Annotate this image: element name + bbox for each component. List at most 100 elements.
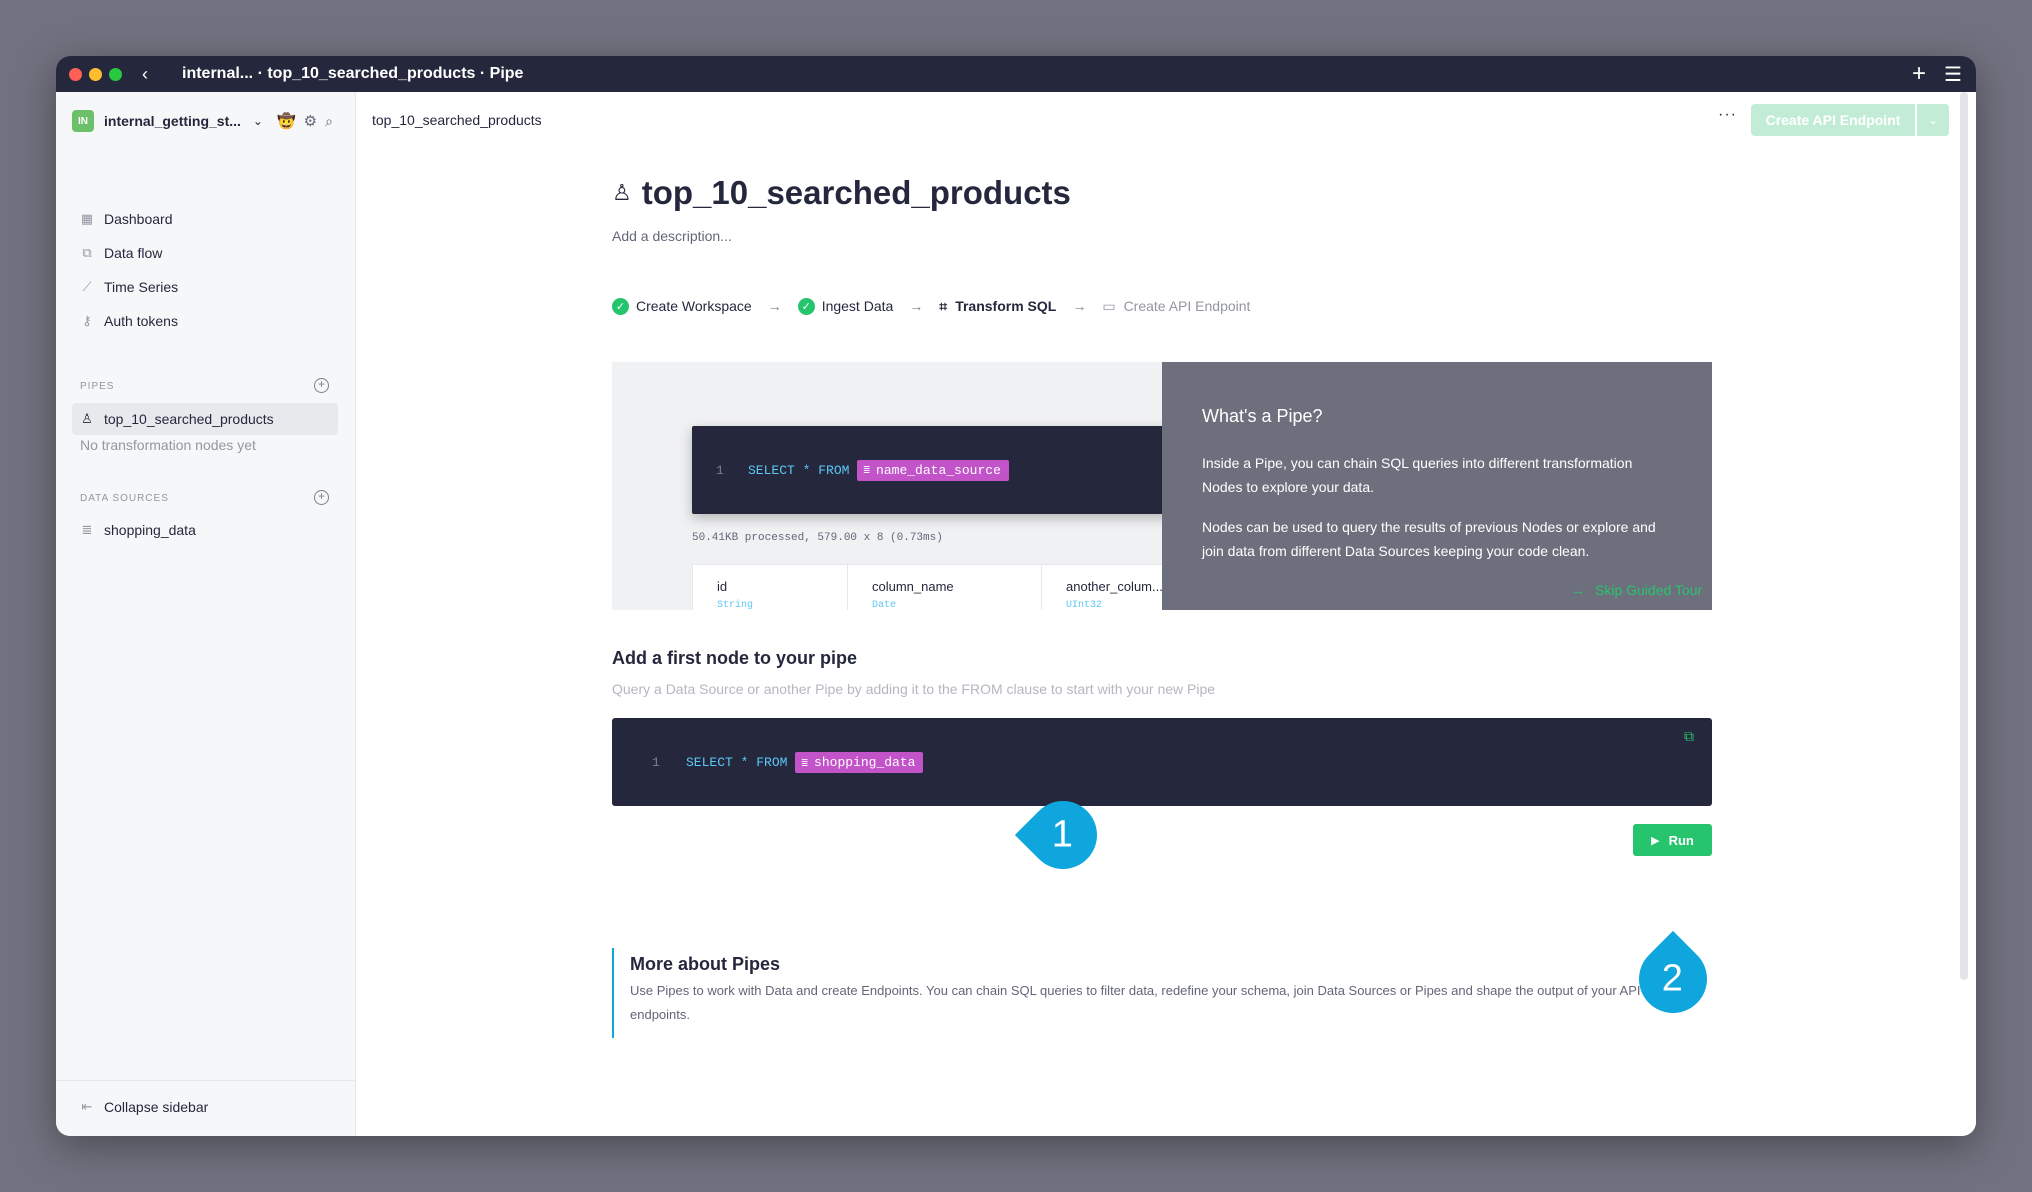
pipes-section-label: PIPES: [80, 381, 115, 392]
column-type: UInt32: [1066, 600, 1103, 610]
table-column: id String: [693, 565, 848, 610]
sample-result-table: id String column_name Date another_colum…: [692, 564, 1162, 610]
more-title: More about Pipes: [630, 954, 781, 974]
collapse-sidebar-label: Collapse sidebar: [104, 1099, 209, 1115]
sidebar-footer: ⇤ Collapse sidebar: [56, 1080, 355, 1136]
guided-tour-steps: ✓ Create Workspace → ✓ Ingest Data → ⌗ T…: [612, 296, 1250, 316]
arrow-right-icon: →: [1072, 298, 1087, 314]
chevron-down-icon[interactable]: ⌄: [1917, 104, 1949, 136]
window-title: internal... · top_10_searched_products ·…: [182, 65, 524, 82]
line-number: 1: [652, 755, 660, 770]
sidebar-item-label: Dashboard: [104, 211, 173, 227]
database-icon: ≣: [801, 757, 809, 770]
collapse-left-icon: ⇤: [81, 1099, 93, 1114]
column-name: column_name: [872, 579, 954, 594]
tour-paragraph: Inside a Pipe, you can chain SQL queries…: [1202, 455, 1633, 495]
column-name: another_colum...: [1066, 579, 1162, 594]
step-label: Create API Endpoint: [1123, 298, 1251, 314]
section-title: Add a first node to your pipe: [612, 648, 858, 668]
more-text: Use Pipes to work with Data and create E…: [630, 983, 1641, 1022]
workspace-name[interactable]: internal_getting_st...: [104, 113, 241, 129]
hamburger-menu-icon[interactable]: ☰: [1944, 62, 1962, 87]
arrow-right-icon: →: [767, 298, 782, 314]
pipe-title-text[interactable]: top_10_searched_products: [642, 174, 1071, 212]
check-icon: ✓: [797, 297, 815, 315]
description-field[interactable]: Add a description...: [612, 228, 732, 244]
sql-editor[interactable]: 1 SELECT * FROM ≣ shopping_data ⧉: [612, 718, 1712, 806]
sidebar-item-label: Auth tokens: [104, 313, 178, 329]
sidebar-item-label: shopping_data: [104, 522, 196, 538]
more-options-icon[interactable]: ···: [1718, 106, 1737, 124]
sidebar-item-pipe[interactable]: ♙ top_10_searched_products: [72, 403, 338, 435]
pipe-icon: ♙: [81, 411, 93, 426]
marker-number: 1: [1052, 813, 1074, 856]
step-transform-sql: ⌗ Transform SQL: [939, 298, 1056, 315]
create-api-endpoint-button[interactable]: Create API Endpoint: [1751, 104, 1915, 136]
add-pipe-icon[interactable]: +: [314, 378, 329, 393]
user-avatar-emoji[interactable]: 🤠: [277, 112, 296, 130]
sidebar-item-label: Data flow: [104, 245, 163, 261]
data-source-pill: ≣ name_data_source: [857, 459, 1009, 481]
step-label: Transform SQL: [955, 298, 1057, 314]
column-type: Date: [872, 600, 897, 610]
marker-number: 2: [1662, 957, 1684, 1000]
transform-icon: ⌗: [939, 297, 948, 314]
data-sources-section-label: DATA SOURCES: [80, 493, 169, 504]
sidebar-item-dashboard[interactable]: ▦ Dashboard: [80, 208, 173, 230]
sidebar-item-auth-tokens[interactable]: ⚷ Auth tokens: [80, 310, 178, 332]
minimize-window-button[interactable]: [89, 68, 102, 81]
arrow-right-icon: →: [1571, 582, 1585, 598]
step-label: Ingest Data: [821, 298, 894, 314]
arrow-right-icon: →: [909, 298, 924, 314]
column-type: String: [717, 600, 754, 610]
step-label: Create Workspace: [636, 298, 752, 314]
sidebar-item-time-series[interactable]: ⟋ Time Series: [80, 276, 178, 298]
chevron-down-icon[interactable]: ⌄: [253, 114, 263, 128]
database-icon: ≣: [81, 522, 93, 537]
breadcrumb[interactable]: top_10_searched_products: [372, 112, 542, 128]
gear-icon[interactable]: ⚙: [304, 112, 317, 130]
maximize-window-button[interactable]: [109, 68, 122, 81]
skip-guided-tour-link[interactable]: → Skip Guided Tour: [1571, 582, 1702, 598]
sidebar-item-label: top_10_searched_products: [104, 411, 274, 427]
run-button[interactable]: ▶ Run: [1633, 824, 1712, 856]
sidebar-item-label: Time Series: [104, 279, 179, 295]
sidebar-item-data-source[interactable]: ≣ shopping_data: [80, 519, 196, 541]
workspace-badge: IN: [72, 110, 94, 132]
dashboard-icon: ▦: [80, 211, 94, 226]
sample-code-editor: 1 SELECT * FROM ≣ name_data_source: [692, 426, 1162, 514]
workspace-selector[interactable]: IN internal_getting_st... ⌄ 🤠 ⚙ ⌕: [72, 108, 342, 134]
step-ingest-data: ✓ Ingest Data: [797, 297, 894, 315]
skip-label: Skip Guided Tour: [1595, 582, 1703, 598]
column-name: id: [717, 579, 728, 594]
sql-keyword: SELECT * FROM: [686, 755, 788, 770]
step-create-api-endpoint: ▭ Create API Endpoint: [1102, 298, 1250, 315]
data-source-name: shopping_data: [814, 755, 916, 770]
endpoint-icon: ▭: [1102, 297, 1116, 314]
back-arrow-icon[interactable]: ‹: [142, 64, 148, 85]
data-source-name: name_data_source: [876, 462, 1001, 478]
key-icon: ⚷: [82, 313, 92, 328]
section-description: Query a Data Source or another Pipe by a…: [612, 681, 1216, 697]
sidebar-item-data-flow[interactable]: ⧉ Data flow: [80, 242, 162, 264]
database-icon: ≣: [863, 465, 871, 477]
guided-tour-panel: 1 SELECT * FROM ≣ name_data_source 50.41…: [612, 362, 1712, 610]
play-icon: ▶: [1651, 834, 1660, 847]
empty-nodes-text: No transformation nodes yet: [80, 437, 256, 453]
copy-icon[interactable]: ⧉: [1684, 730, 1694, 746]
step-create-workspace: ✓ Create Workspace: [612, 297, 752, 315]
search-icon[interactable]: ⌕: [325, 113, 333, 130]
close-window-button[interactable]: [69, 68, 82, 81]
tour-heading: What's a Pipe?: [1202, 406, 1323, 426]
scrollbar[interactable]: [1960, 92, 1968, 980]
collapse-sidebar-button[interactable]: ⇤ Collapse sidebar: [80, 1099, 209, 1115]
run-label: Run: [1668, 832, 1694, 848]
new-tab-icon[interactable]: +: [1912, 60, 1926, 88]
sidebar: IN internal_getting_st... ⌄ 🤠 ⚙ ⌕ ▦ Dash…: [56, 92, 356, 1136]
data-flow-icon: ⧉: [82, 245, 92, 260]
code-line[interactable]: 1 SELECT * FROM ≣ shopping_data: [652, 752, 924, 773]
data-source-pill[interactable]: ≣ shopping_data: [795, 752, 924, 773]
add-data-source-icon[interactable]: +: [314, 490, 329, 505]
app-window: ‹ internal... · top_10_searched_products…: [56, 56, 1976, 1136]
tour-paragraph: Nodes can be used to query the results o…: [1202, 519, 1656, 559]
